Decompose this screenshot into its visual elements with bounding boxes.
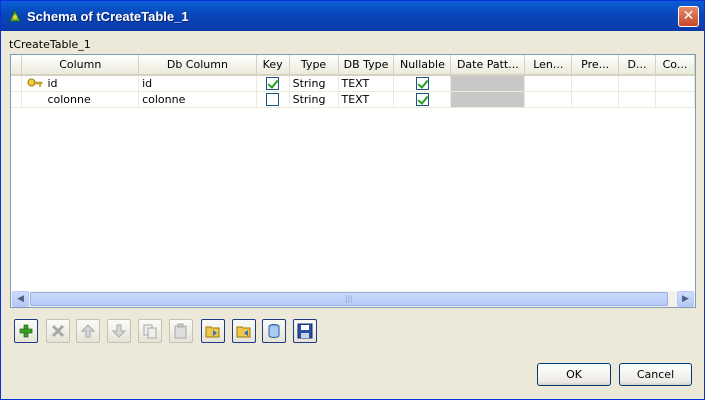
- import-button[interactable]: [201, 319, 225, 343]
- schema-dialog: Schema of tCreateTable_1 ✕ tCreateTable_…: [0, 0, 705, 400]
- cell-length[interactable]: [524, 91, 573, 108]
- title-bar[interactable]: Schema of tCreateTable_1 ✕: [1, 1, 704, 31]
- import-icon: [205, 326, 220, 338]
- cell-column[interactable]: colonne: [21, 91, 140, 108]
- horizontal-scrollbar[interactable]: ◀ ||| ▶: [11, 291, 695, 307]
- nullable-checkbox[interactable]: [415, 92, 429, 106]
- column-name: colonne: [47, 92, 91, 106]
- export-button[interactable]: [232, 319, 256, 343]
- remove-icon: [51, 324, 65, 338]
- cell-key[interactable]: [256, 75, 290, 92]
- copy-icon: [143, 324, 157, 339]
- scroll-left-button[interactable]: ◀: [12, 291, 29, 307]
- column-header-nullable[interactable]: Nullable: [393, 55, 452, 76]
- column-header-precision[interactable]: Pre...: [571, 55, 620, 76]
- row-marker-header: [11, 55, 23, 76]
- cell-nullable[interactable]: [393, 91, 452, 108]
- column-header-length[interactable]: Len...: [524, 55, 573, 76]
- column-header-key[interactable]: Key: [256, 55, 290, 76]
- table-row[interactable]: colonne colonne String TEXT: [11, 91, 696, 108]
- move-up-button[interactable]: [76, 319, 100, 343]
- cell-comment[interactable]: [655, 75, 696, 92]
- cell-default[interactable]: [618, 75, 656, 92]
- cell-date-pattern[interactable]: [450, 91, 526, 108]
- column-header-comment[interactable]: Co...: [655, 55, 696, 76]
- table-header-row: Column Db Column Key Type DB Type Nullab…: [11, 55, 696, 76]
- export-icon: [236, 326, 251, 338]
- nullable-checkbox[interactable]: [415, 77, 429, 90]
- cell-db-type[interactable]: TEXT: [338, 75, 395, 92]
- save-icon: [297, 323, 313, 339]
- cell-nullable[interactable]: [393, 75, 452, 92]
- schema-grid: Column Db Column Key Type DB Type Nullab…: [11, 55, 696, 108]
- schema-table[interactable]: Column Db Column Key Type DB Type Nullab…: [10, 54, 696, 308]
- component-name: tCreateTable_1: [9, 38, 91, 51]
- cell-db-column[interactable]: colonne: [138, 91, 257, 108]
- copy-button[interactable]: [138, 319, 162, 343]
- table-row[interactable]: id id String TEXT: [11, 75, 696, 92]
- add-button[interactable]: [14, 319, 38, 343]
- cell-type[interactable]: String: [289, 91, 339, 108]
- key-checkbox[interactable]: [266, 77, 280, 90]
- window-title: Schema of tCreateTable_1: [27, 9, 189, 24]
- scroll-thumb[interactable]: |||: [30, 292, 668, 306]
- move-up-icon: [80, 324, 96, 338]
- cell-type[interactable]: String: [289, 75, 339, 92]
- remove-button[interactable]: [46, 319, 70, 343]
- row-marker: [11, 75, 23, 92]
- cancel-button[interactable]: Cancel: [619, 363, 692, 386]
- paste-button[interactable]: [169, 319, 193, 343]
- column-header-date-pattern[interactable]: Date Patt...: [450, 55, 526, 76]
- talend-icon: [9, 9, 21, 22]
- cell-db-type[interactable]: TEXT: [338, 91, 395, 108]
- move-down-icon: [111, 324, 127, 338]
- key-checkbox[interactable]: [266, 92, 280, 106]
- column-header-default[interactable]: D...: [618, 55, 656, 76]
- column-name: id: [47, 76, 58, 90]
- ok-button[interactable]: OK: [537, 363, 611, 386]
- column-header-db-type[interactable]: DB Type: [338, 55, 395, 76]
- cell-key[interactable]: [256, 91, 290, 108]
- cell-column[interactable]: id: [21, 75, 140, 92]
- cell-db-column[interactable]: id: [138, 75, 257, 92]
- scroll-right-button[interactable]: ▶: [677, 291, 694, 307]
- move-down-button[interactable]: [107, 319, 131, 343]
- column-header-type[interactable]: Type: [289, 55, 339, 76]
- cell-default[interactable]: [618, 91, 656, 108]
- cell-comment[interactable]: [655, 91, 696, 108]
- save-button[interactable]: [293, 319, 317, 343]
- close-button[interactable]: ✕: [678, 6, 699, 27]
- paste-icon: [174, 323, 187, 339]
- repository-icon: [268, 324, 280, 338]
- column-header-column[interactable]: Column: [21, 55, 140, 76]
- repository-button[interactable]: [262, 319, 286, 343]
- cell-date-pattern[interactable]: [450, 75, 526, 92]
- key-icon: [27, 78, 43, 87]
- cell-length[interactable]: [524, 75, 573, 92]
- column-header-db-column[interactable]: Db Column: [138, 55, 257, 76]
- add-icon: [19, 324, 33, 338]
- row-marker: [11, 91, 23, 108]
- cell-precision[interactable]: [571, 75, 620, 92]
- cell-precision[interactable]: [571, 91, 620, 108]
